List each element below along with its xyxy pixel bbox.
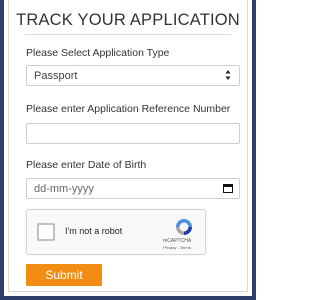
date-of-birth-label: Please enter Date of Birth — [26, 159, 147, 171]
calendar-icon[interactable] — [223, 184, 233, 193]
reference-number-label: Please enter Application Reference Numbe… — [26, 103, 231, 115]
recaptcha-privacy-terms[interactable]: Privacy - Terms — [153, 245, 201, 250]
select-arrows-icon — [225, 70, 231, 80]
application-type-label: Please Select Application Type — [26, 47, 170, 59]
application-type-select[interactable]: Passport — [26, 65, 240, 86]
application-type-value: Passport — [34, 70, 78, 82]
date-of-birth-placeholder: dd-mm-yyyy — [34, 183, 94, 195]
page-title: TRACK YOUR APPLICATION — [16, 11, 240, 29]
date-of-birth-input[interactable]: dd-mm-yyyy — [26, 178, 240, 199]
recaptcha-logo-icon — [176, 219, 192, 235]
submit-button[interactable]: Submit — [26, 264, 102, 286]
recaptcha-checkbox[interactable] — [37, 223, 55, 241]
form-container: TRACK YOUR APPLICATION Please Select App… — [8, 0, 248, 292]
reference-number-input[interactable] — [26, 123, 240, 144]
track-application-panel: TRACK YOUR APPLICATION Please Select App… — [0, 0, 256, 300]
title-divider — [25, 34, 231, 35]
recaptcha-widget: I'm not a robot reCAPTCHA Privacy - Term… — [26, 209, 206, 255]
recaptcha-brand: reCAPTCHA — [162, 238, 192, 244]
recaptcha-label: I'm not a robot — [65, 226, 123, 236]
